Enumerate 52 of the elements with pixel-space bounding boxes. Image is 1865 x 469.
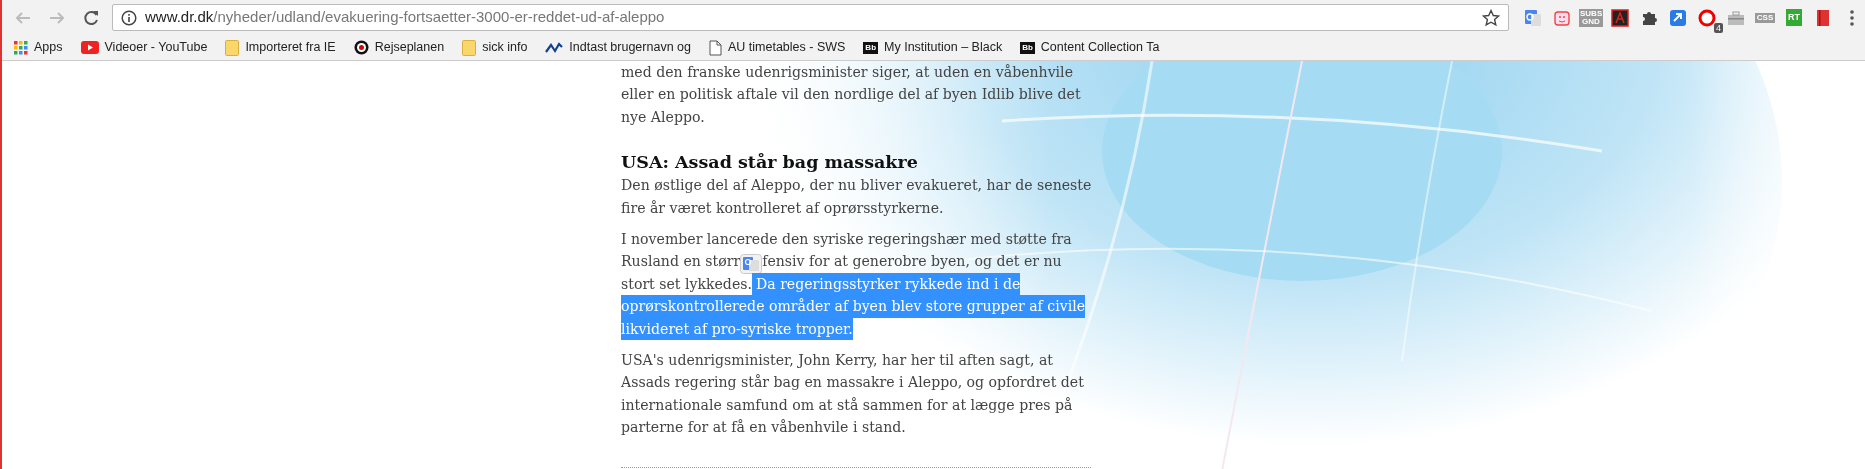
logo-icon: Bb bbox=[863, 41, 879, 54]
bookmark-item[interactable]: Rejseplanen bbox=[351, 37, 447, 58]
selected-text: Da regeringsstyrker rykkede ind i de bbox=[751, 272, 1021, 296]
target-icon bbox=[353, 40, 369, 55]
logo-icon: Bb bbox=[1020, 41, 1035, 54]
bookmark-label: Content Collection Ta bbox=[1040, 39, 1160, 57]
paragraph-text: stort set lykkedes. bbox=[621, 274, 752, 294]
bookmark-item[interactable]: Indtast brugernavn og bbox=[543, 37, 693, 58]
face-icon[interactable] bbox=[1553, 8, 1571, 27]
bookmark-item[interactable]: Importeret fra IE bbox=[223, 37, 338, 58]
paragraph-text: I november lancerede den syriske regeringshær med støtte fra bbox=[621, 230, 1072, 250]
apps-icon bbox=[14, 40, 28, 55]
bookmark-label: My Institution – Black bbox=[884, 39, 1003, 57]
address-bar[interactable]: www.dr.dk/nyheder/udland/evakuering-fortsaetter-3000-er-reddet-ud-af-aleppo bbox=[112, 4, 1509, 31]
bookmark-label: Apps bbox=[34, 39, 63, 57]
bookmark-item[interactable]: Bb Content Collection Ta bbox=[1018, 37, 1162, 58]
paragraph-text: Rusland en størr bbox=[621, 252, 741, 272]
notification-count: 4 bbox=[1714, 22, 1723, 33]
ring-icon[interactable] bbox=[1698, 8, 1716, 27]
bookmark-label: Videoer - YouTube bbox=[104, 39, 208, 57]
bookmark-label: Indtast brugernavn og bbox=[569, 39, 691, 57]
wave-icon bbox=[545, 41, 564, 54]
paragraph-text: fensiv for at generobre byen, og det er nu bbox=[762, 252, 1062, 272]
url-text: www.dr.dk/nyheder/udland/evakuering-fortsaetter-3000-er-reddet-ud-af-aleppo bbox=[145, 7, 666, 28]
page-icon bbox=[708, 39, 722, 56]
translate-icon[interactable] bbox=[740, 251, 763, 272]
pdf-icon[interactable] bbox=[1611, 8, 1629, 27]
bookmark-item[interactable]: sick info bbox=[460, 37, 530, 58]
toolbox-icon[interactable] bbox=[1727, 8, 1745, 27]
info-icon[interactable] bbox=[121, 9, 137, 26]
article-paragraph: Den østlige del af Aleppo, der nu bliver evakueret, har de seneste fire år været kontrolleret af oprørsstyrkerne. bbox=[621, 176, 1091, 218]
bookmark-label: Importeret fra IE bbox=[245, 39, 336, 57]
bookmark-item[interactable]: Videoer - YouTube bbox=[78, 37, 210, 58]
bookmark-item[interactable]: AU timetables - SWS bbox=[706, 37, 848, 58]
bookmark-star-icon[interactable] bbox=[1482, 8, 1500, 27]
book-icon[interactable] bbox=[1814, 8, 1832, 27]
folder-icon bbox=[462, 39, 477, 56]
selected-text: oprørskontrollerede områder af byen blev store grupper af civile bbox=[621, 295, 1086, 318]
bookmark-label: AU timetables - SWS bbox=[727, 39, 846, 57]
article-paragraph: USA's udenrigsminister, John Kerry, har her til aften sagt, at Assads regering står bag en massakre i Aleppo, og opfordret det internationale samfund om at stå sammen for at lægge pres på parterne for at få en våbenhvile i stand. bbox=[621, 351, 1085, 438]
folder-icon bbox=[225, 39, 240, 56]
video-icon bbox=[80, 41, 99, 54]
menu-icon[interactable] bbox=[1849, 8, 1855, 27]
article-heading: USA: Assad står bag massakre bbox=[621, 151, 919, 175]
bookmark-item[interactable]: Apps bbox=[12, 37, 65, 58]
translate-icon[interactable] bbox=[1524, 8, 1542, 27]
selected-text: likvideret af pro-syriske tropper. bbox=[621, 317, 853, 340]
extension-label: CSS bbox=[1755, 12, 1775, 23]
bookmark-item[interactable]: Bb My Institution – Black bbox=[861, 37, 1005, 58]
bookmark-label: Rejseplanen bbox=[374, 39, 445, 57]
bookmark-label: sick info bbox=[482, 39, 528, 57]
article-paragraph: med den franske udenrigsminister siger, at uden en våbenhvile eller en politisk aftale vil den nordlige del af byen Idlib blive det nye Aleppo. bbox=[621, 63, 1082, 127]
